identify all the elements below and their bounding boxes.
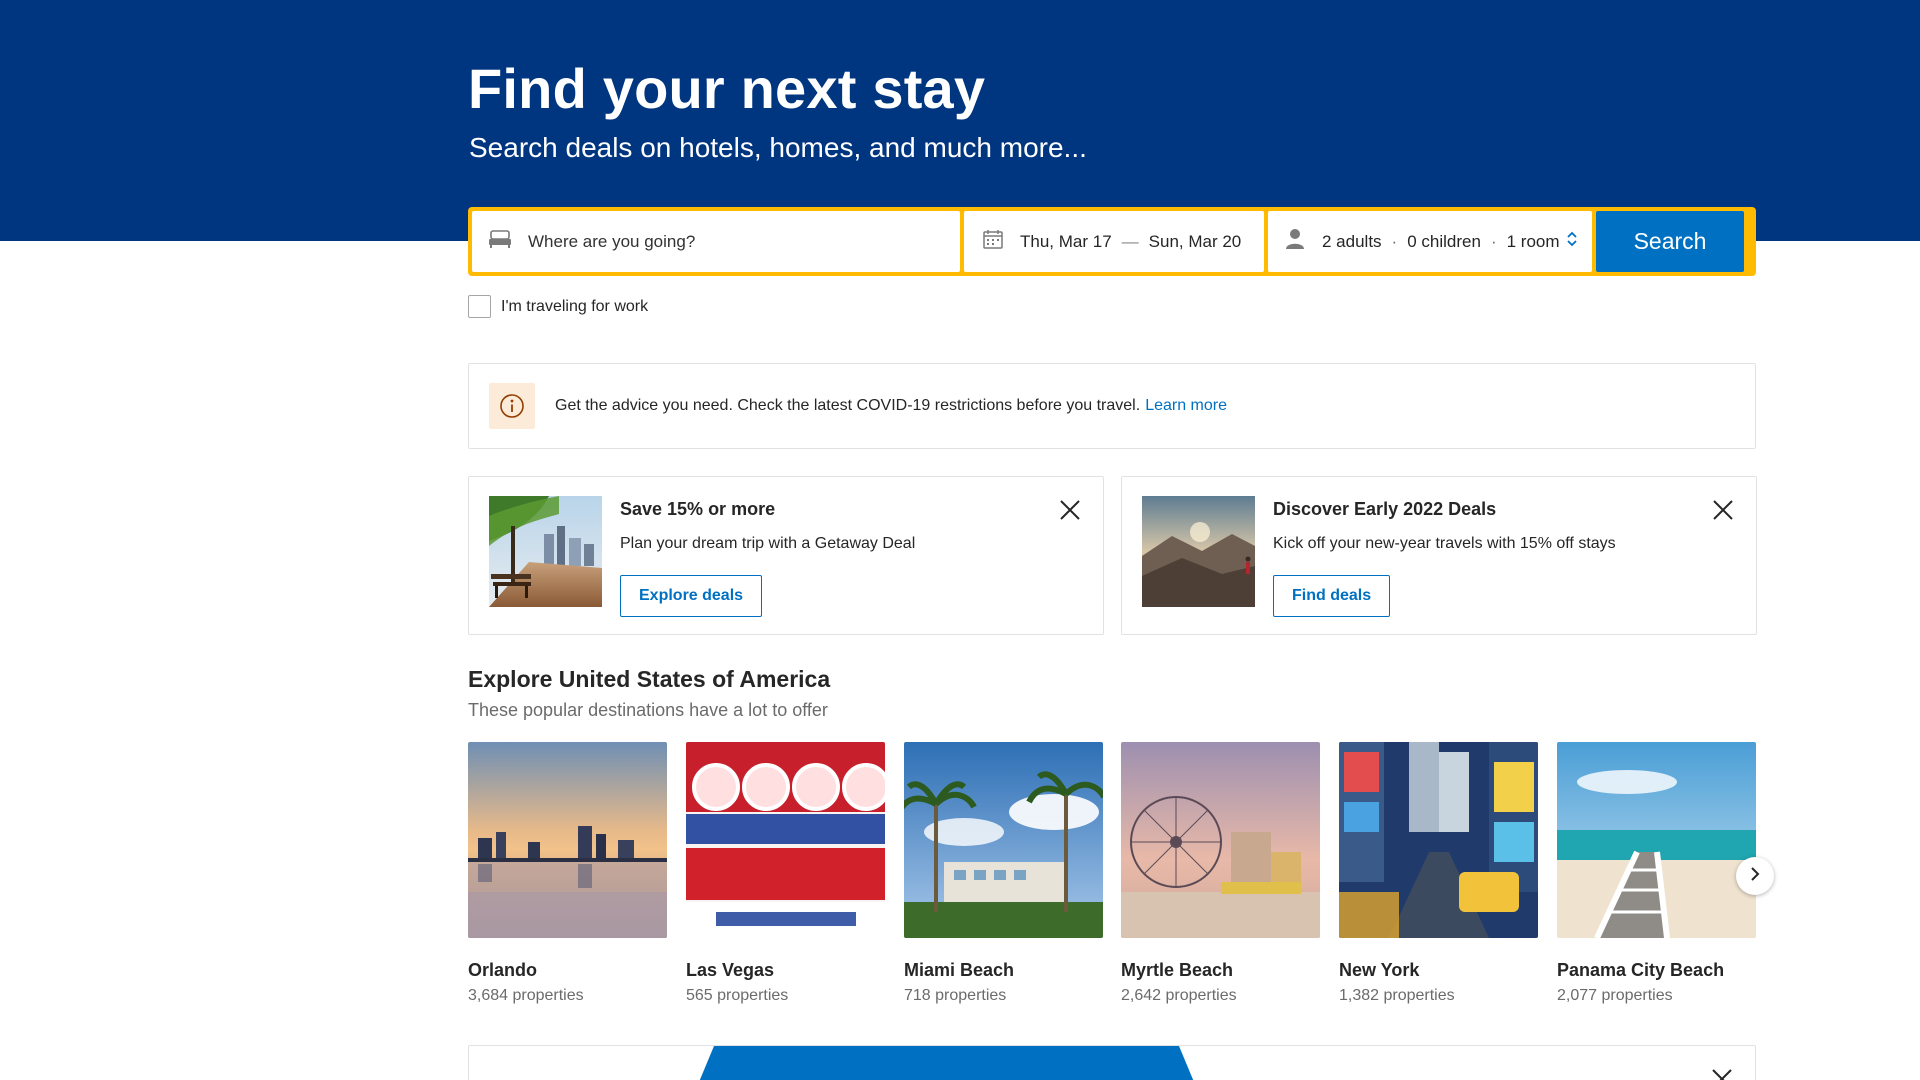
search-bar: Where are you going? Thu, Mar 17 — Sun, … bbox=[468, 207, 1756, 276]
destination-image-new-york bbox=[1339, 742, 1538, 938]
children-count: 0 children bbox=[1407, 231, 1481, 251]
date-range-field[interactable]: Thu, Mar 17 — Sun, Mar 20 bbox=[964, 211, 1264, 272]
date-separator: — bbox=[1121, 231, 1139, 251]
destination-card[interactable]: Orlando 3,684 properties bbox=[468, 742, 667, 1005]
destination-card[interactable]: Panama City Beach 2,077 properties bbox=[1557, 742, 1756, 1005]
promo-description: Plan your dream trip with a Getaway Deal bbox=[620, 535, 916, 552]
separator-dot: · bbox=[1391, 231, 1398, 251]
destination-property-count: 565 properties bbox=[686, 987, 789, 1004]
checkin-date[interactable]: Thu, Mar 17 bbox=[1020, 232, 1112, 252]
close-icon[interactable] bbox=[1057, 497, 1083, 523]
destination-name: Panama City Beach bbox=[1557, 960, 1725, 980]
rooms-count: 1 room bbox=[1506, 231, 1560, 251]
explore-section-title: Explore United States of America bbox=[468, 666, 831, 692]
banner-graphic bbox=[699, 1046, 1194, 1080]
search-button[interactable]: Search bbox=[1596, 211, 1744, 272]
destination-property-count: 2,077 properties bbox=[1557, 987, 1673, 1004]
destination-name: Myrtle Beach bbox=[1121, 960, 1234, 980]
work-travel-checkbox[interactable] bbox=[468, 295, 491, 318]
promo-card: Save 15% or more Plan your dream trip wi… bbox=[468, 476, 1104, 635]
covid-notice-text: Get the advice you need. Check the lates… bbox=[555, 397, 1141, 414]
destination-card[interactable]: Myrtle Beach 2,642 properties bbox=[1121, 742, 1320, 1005]
destination-image-panama-city-beach bbox=[1557, 742, 1756, 938]
destination-name: New York bbox=[1339, 960, 1420, 980]
info-icon bbox=[489, 383, 535, 429]
checkout-date[interactable]: Sun, Mar 20 bbox=[1149, 232, 1242, 252]
hero-banner: Find your next stay Search deals on hote… bbox=[0, 0, 1920, 241]
separator-dot: · bbox=[1490, 231, 1497, 251]
destination-input[interactable]: Where are you going? bbox=[528, 232, 695, 252]
destination-image-myrtle-beach bbox=[1121, 742, 1320, 938]
explore-deals-button[interactable]: Explore deals bbox=[620, 575, 763, 617]
destination-card[interactable]: Miami Beach 718 properties bbox=[904, 742, 1103, 1005]
bed-icon bbox=[488, 229, 512, 254]
promo-image-park bbox=[489, 496, 602, 607]
calendar-icon bbox=[982, 228, 1004, 255]
guests-field[interactable]: 2 adults · 0 children · 1 room bbox=[1268, 211, 1592, 272]
destination-field[interactable]: Where are you going? bbox=[472, 211, 960, 272]
destination-card[interactable]: New York 1,382 properties bbox=[1339, 742, 1538, 1005]
page-subtitle: Search deals on hotels, homes, and much … bbox=[469, 132, 1087, 163]
destination-name: Las Vegas bbox=[686, 960, 775, 980]
adults-count: 2 adults bbox=[1322, 231, 1382, 251]
destination-property-count: 718 properties bbox=[904, 987, 1007, 1004]
promo-image-mountain bbox=[1142, 496, 1255, 607]
explore-section-subtitle: These popular destinations have a lot to… bbox=[468, 700, 828, 720]
promo-title: Save 15% or more bbox=[620, 499, 776, 519]
up-down-chevron-icon bbox=[1566, 230, 1578, 253]
destination-property-count: 2,642 properties bbox=[1121, 987, 1237, 1004]
covid-notice: Get the advice you need. Check the lates… bbox=[468, 363, 1756, 449]
carousel-next-button[interactable] bbox=[1736, 857, 1774, 895]
work-travel-label[interactable]: I'm traveling for work bbox=[501, 298, 648, 316]
promo-card: Discover Early 2022 Deals Kick off your … bbox=[1121, 476, 1757, 635]
destination-name: Orlando bbox=[468, 960, 538, 980]
destination-name: Miami Beach bbox=[904, 960, 1015, 980]
promo-description: Kick off your new-year travels with 15% … bbox=[1273, 535, 1616, 552]
destination-card[interactable]: Las Vegas 565 properties bbox=[686, 742, 885, 1005]
destination-image-miami-beach bbox=[904, 742, 1103, 938]
destination-image-orlando bbox=[468, 742, 667, 938]
destination-image-las-vegas bbox=[686, 742, 885, 938]
work-travel-option: I'm traveling for work bbox=[468, 295, 648, 318]
destination-property-count: 3,684 properties bbox=[468, 987, 584, 1004]
page-title: Find your next stay bbox=[468, 57, 986, 120]
find-deals-button[interactable]: Find deals bbox=[1273, 575, 1391, 617]
chevron-right-icon bbox=[1748, 866, 1762, 887]
banner-card bbox=[468, 1045, 1756, 1080]
close-icon[interactable] bbox=[1709, 1066, 1735, 1080]
destination-property-count: 1,382 properties bbox=[1339, 987, 1455, 1004]
promo-title: Discover Early 2022 Deals bbox=[1273, 499, 1497, 519]
learn-more-link[interactable]: Learn more bbox=[1145, 397, 1227, 415]
close-icon[interactable] bbox=[1710, 497, 1736, 523]
person-icon bbox=[1284, 228, 1306, 255]
